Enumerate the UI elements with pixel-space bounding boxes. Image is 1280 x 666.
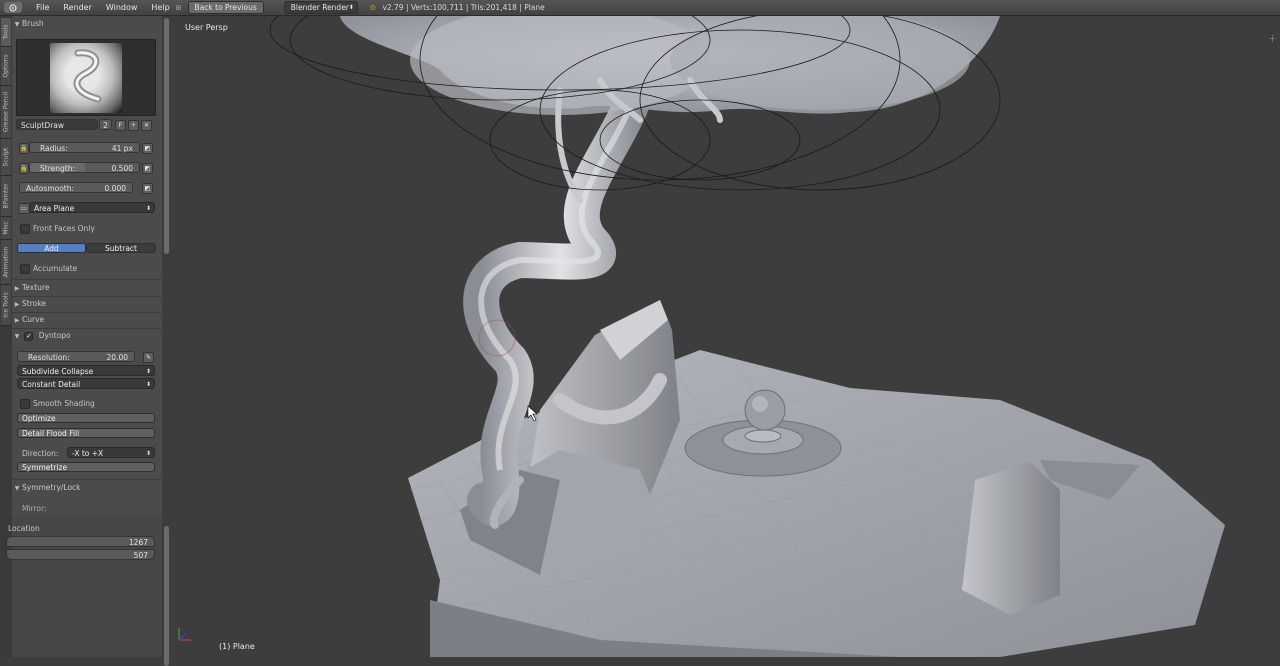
brush-preview[interactable] [16,39,156,116]
subtract-direction-button[interactable]: Subtract [86,243,156,253]
autosmooth-field[interactable]: Autosmooth: 0.000 [19,182,133,193]
view-name-label: User Persp [185,23,228,32]
brush-thumbnail [50,43,122,113]
detail-type-select[interactable]: Constant Detail ⬍ [17,378,155,389]
sculpt-scene-render [178,16,1225,657]
scrollbar-thumb[interactable] [164,526,169,666]
mirror-label: Mirror: [22,504,47,513]
smooth-shading-checkbox[interactable] [20,399,30,409]
back-to-previous-button[interactable]: Back to Previous [187,1,264,14]
accumulate-checkbox[interactable] [20,264,30,274]
brush-users-count[interactable]: 2 [99,119,112,130]
collapse-triangle-icon: ▼ [14,333,20,340]
fake-user-button[interactable]: F [115,120,126,131]
location-label: Location [8,524,40,533]
updown-arrows-icon: ⬍ [145,205,151,212]
tab-misc[interactable]: Misc [1,217,11,240]
lock-icon[interactable]: 🔒 [19,143,29,154]
stroke-panel-header[interactable]: ▶ Stroke [12,297,162,310]
menu-window[interactable]: Window [106,3,138,12]
expand-triangle-icon: ▶ [14,285,20,292]
pressure-icon[interactable]: ◩ [142,163,153,174]
expand-triangle-icon: ▶ [14,317,20,324]
resolution-field[interactable]: Resolution: 20.00 [17,351,135,362]
scrollbar-thumb[interactable] [164,18,169,254]
detail-refine-method-select[interactable]: Subdivide Collapse ⬍ [17,365,155,376]
symmetry-lock-panel-header[interactable]: ▼ Symmetry/Lock [12,481,162,494]
direction-label: Direction: [22,449,59,458]
location-y-field[interactable]: 507 [6,549,155,560]
updown-arrows-icon: ⬍ [145,450,151,457]
radius-field[interactable]: Radius: 41 px [29,142,140,153]
brush-name-field[interactable]: SculptDraw [16,119,98,130]
front-faces-checkbox[interactable] [20,224,30,234]
symmetrize-button[interactable]: Symmetrize [17,462,155,472]
tab-bpainter[interactable]: BPainter [1,176,11,217]
updown-arrows-icon: ⬍ [348,4,354,11]
render-engine-select[interactable]: Blender Render ⬍ [283,1,358,14]
object-info-label: (1) Plane [219,642,255,651]
strength-slider[interactable]: Strength: 0.500 [29,162,140,173]
menu-file[interactable]: File [36,3,49,12]
menu-help[interactable]: Help [151,3,169,12]
tab-options[interactable]: Options [1,47,11,86]
scene-stats-text: v2.79 | Verts:100,711 | Tris:201,418 | P… [382,3,545,12]
scene-stats: ⊙ v2.79 | Verts:100,711 | Tris:201,418 |… [370,3,545,12]
dyntopo-panel-header[interactable]: ▼ ✓ Dyntopo [12,329,162,342]
optimize-button[interactable]: Optimize [17,413,155,423]
brush-panel-header[interactable]: ▼ Brush [12,17,162,30]
new-brush-icon[interactable]: ＋ [128,120,139,131]
divider [12,279,162,280]
render-engine-label: Blender Render [290,3,349,12]
editor-type-icon[interactable] [4,2,22,13]
texture-panel-header[interactable]: ▶ Texture [12,281,162,294]
pressure-icon[interactable]: ◩ [142,143,153,154]
eyedropper-icon[interactable]: ✎ [143,352,154,363]
unlink-brush-icon[interactable]: ✕ [141,120,152,131]
front-faces-label: Front Faces Only [33,224,95,233]
collapse-triangle-icon: ▼ [14,485,20,492]
menu-render[interactable]: Render [63,3,91,12]
area-split-plus-icon[interactable]: ＋ [1268,32,1277,45]
tool-shelf-panel: ▼ Brush SculptDraw 2 F ＋ ✕ 🔒 Radius: 41 p… [6,16,162,657]
3d-viewport[interactable]: User Persp (1) Plane ＋ [171,16,1280,657]
detail-flood-fill-button[interactable]: Detail Flood Fill [17,428,155,438]
divider [12,479,162,480]
lock-icon[interactable]: 🔒 [19,163,29,174]
expand-triangle-icon: ▶ [14,301,20,308]
blender-icon: ⊙ [369,3,377,12]
add-direction-button[interactable]: Add [17,243,86,253]
updown-arrows-icon: ⬍ [145,381,151,388]
tab-animation[interactable]: Animation [1,240,11,285]
tab-sculpt[interactable]: Sculpt [1,139,11,176]
accumulate-label: Accumulate [33,264,78,273]
updown-arrows-icon: ⬍ [145,368,151,375]
panel-scrollbar[interactable] [163,16,170,666]
tab-ice-tools[interactable]: Ice Tools [1,285,11,326]
pressure-icon[interactable]: ◩ [142,183,153,194]
curve-panel-header[interactable]: ▶ Curve [12,313,162,326]
dyntopo-checkbox[interactable]: ✓ [24,331,34,341]
collapse-triangle-icon: ▼ [14,21,20,28]
sculpt-plane-select[interactable]: Area Plane ⬍ [29,202,155,213]
tab-tools[interactable]: Tools [1,18,11,47]
tab-grease-pencil[interactable]: Grease Pencil [1,86,11,139]
info-header: File Render Window Help ⊞ Back to Previo… [0,0,1280,16]
location-x-field[interactable]: 1267 [6,536,155,547]
smooth-shading-label: Smooth Shading [33,399,95,408]
screen-icon[interactable]: ⊞ [176,4,182,12]
symmetrize-direction-select[interactable]: -X to +X ⬍ [67,447,155,458]
